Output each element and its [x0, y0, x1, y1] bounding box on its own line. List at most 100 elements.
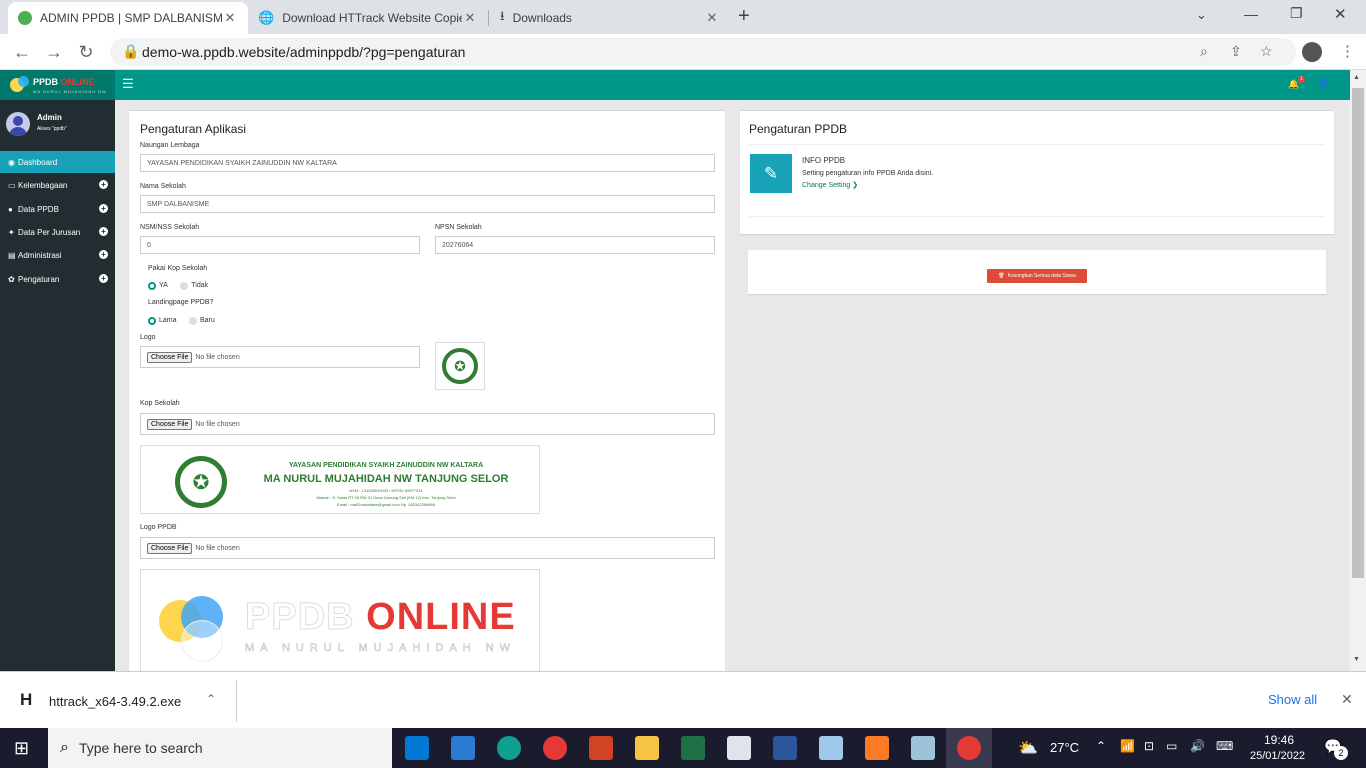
show-all-link[interactable]: Show all — [1268, 692, 1317, 707]
keyboard-icon[interactable]: ⌨ — [1216, 739, 1233, 753]
network-icon[interactable]: ⊡ — [1144, 739, 1154, 753]
sidebar-item-administrasi[interactable]: ▤ Administrasi + — [0, 244, 115, 266]
address-bar[interactable]: 🔒 demo-wa.ppdb.website/adminppdb/?pg=pen… — [110, 38, 1296, 66]
clock-time[interactable]: 19:46 — [1264, 733, 1294, 747]
virtualbox-app-icon[interactable] — [819, 736, 843, 760]
tab-downloads[interactable]: ⭳ Downloads ✕ — [490, 2, 730, 34]
kop-sekolah-label: Kop Sekolah — [140, 400, 180, 407]
nama-sekolah-input[interactable]: SMP DALBANISME — [140, 195, 715, 213]
nsm-input[interactable]: 0 — [140, 236, 420, 254]
sidebar-item-data-per-jurusan[interactable]: ✦ Data Per Jurusan + — [0, 221, 115, 243]
change-setting-link[interactable]: Change Setting ❯ — [802, 181, 858, 189]
zoom-icon[interactable]: ⌕ — [1200, 43, 1208, 60]
excel-app-icon[interactable] — [681, 736, 705, 760]
temperature[interactable]: 27°C — [1050, 740, 1079, 755]
tab-httrack[interactable]: 🌐 Download HTTrack Website Copier ✕ — [248, 2, 488, 34]
landing-old-radio[interactable] — [148, 316, 156, 325]
scroll-down-icon[interactable]: ▼ — [1353, 656, 1360, 663]
new-tab-button[interactable]: + — [738, 5, 750, 28]
expand-plus-icon[interactable]: + — [99, 274, 108, 283]
tab-admin-ppdb[interactable]: ADMIN PPDB | SMP DALBANISME ✕ — [8, 2, 248, 34]
chevron-up-icon[interactable]: ⌃ — [206, 692, 216, 706]
windows-start-icon[interactable]: ⊞ — [14, 738, 29, 759]
scroll-up-icon[interactable]: ▲ — [1353, 74, 1360, 81]
share-icon[interactable]: ⇪ — [1230, 43, 1242, 60]
sidebar-item-pengaturan[interactable]: ✿ Pengaturan + — [0, 268, 115, 290]
close-shelf-icon[interactable]: ✕ — [1341, 691, 1353, 708]
clock-date[interactable]: 25/01/2022 — [1250, 750, 1305, 762]
landing-old-label: Lama — [159, 317, 177, 325]
xampp-app-icon[interactable] — [865, 736, 889, 760]
brand-logo[interactable]: PPDB ONLINE MA NURUL MUJAHIDAH NW — [0, 70, 115, 100]
weather-icon[interactable]: ⛅ — [1018, 738, 1038, 758]
volume-icon[interactable]: 🔊 — [1190, 739, 1205, 753]
forward-icon[interactable]: → — [42, 40, 66, 64]
tab-search-icon[interactable]: ⌄ — [1196, 7, 1207, 23]
expand-plus-icon[interactable]: + — [99, 204, 108, 213]
trash-icon: 🗑 — [998, 273, 1005, 279]
word-app-icon[interactable] — [773, 736, 797, 760]
close-tab-icon[interactable]: ✕ — [704, 10, 720, 26]
sidebar-item-kelembagaan[interactable]: ▭ Kelembagaan + — [0, 174, 115, 196]
powerpoint-app-icon[interactable] — [589, 736, 613, 760]
minimize-icon[interactable]: — — [1244, 6, 1258, 22]
kop-yes-label: YA — [159, 282, 168, 290]
landing-new-radio[interactable] — [188, 316, 197, 325]
reload-icon[interactable]: ↻ — [74, 40, 98, 64]
app-topnav: PPDB ONLINE MA NURUL MUJAHIDAH NW ☰ 🔔 1 … — [0, 70, 1350, 100]
wifi-icon[interactable]: 📶 — [1120, 739, 1135, 753]
kop-no-radio[interactable] — [180, 281, 189, 290]
vscode-app-icon[interactable] — [451, 736, 475, 760]
user-icon[interactable]: 👤 — [1318, 78, 1329, 89]
logo-file-input[interactable]: Choose File No file chosen — [140, 346, 420, 368]
chrome-app-icon[interactable] — [543, 736, 567, 760]
bookmark-star-icon[interactable]: ☆ — [1260, 43, 1273, 60]
ppdb-settings-box: Pengaturan PPDB ✎ INFO PPDB Setting peng… — [740, 110, 1334, 234]
sidebar-item-label: Dashboard — [18, 157, 58, 167]
battery-icon[interactable]: ▭ — [1166, 739, 1177, 753]
close-window-icon[interactable]: ✕ — [1334, 5, 1347, 23]
edge-app-icon[interactable] — [497, 736, 521, 760]
expand-plus-icon[interactable]: + — [99, 250, 108, 259]
chrome-active-app[interactable] — [946, 728, 992, 768]
choose-file-button[interactable]: Choose File — [147, 351, 193, 363]
zoom-app-icon[interactable] — [727, 736, 751, 760]
notepad-app-icon[interactable] — [911, 736, 935, 760]
ppdb-settings-title: Pengaturan PPDB — [749, 122, 848, 136]
scroll-thumb[interactable] — [1352, 88, 1364, 578]
danger-box: 🗑 Kosongkan Semua data Siswa — [748, 250, 1326, 294]
close-tab-icon[interactable]: ✕ — [462, 10, 478, 26]
expand-plus-icon[interactable]: + — [99, 180, 108, 189]
dashboard-icon: ◉ — [8, 157, 15, 167]
restore-icon[interactable]: ❐ — [1290, 5, 1303, 22]
file-explorer-app-icon[interactable] — [635, 736, 659, 760]
download-icon: ⭳ — [500, 8, 505, 23]
mail-app-icon[interactable] — [405, 736, 429, 760]
close-tab-icon[interactable]: ✕ — [222, 10, 238, 26]
hamburger-menu-icon[interactable]: ☰ — [122, 76, 134, 92]
choose-file-button[interactable]: Choose File — [147, 542, 193, 554]
page-scrollbar[interactable]: ▲ ▼ — [1350, 70, 1366, 671]
download-filename[interactable]: httrack_x64-3.49.2.exe — [49, 694, 181, 709]
sidebar-item-dashboard[interactable]: ◉ Dashboard — [0, 151, 115, 173]
profile-avatar[interactable] — [1302, 42, 1322, 62]
empty-data-button[interactable]: 🗑 Kosongkan Semua data Siswa — [987, 269, 1087, 283]
back-icon[interactable]: ← — [10, 40, 34, 64]
kop-file-input[interactable]: Choose File No file chosen — [140, 413, 715, 435]
naungan-input[interactable]: YAYASAN PENDIDIKAN SYAIKH ZAINUDDIN NW K… — [140, 154, 715, 172]
kop-yes-radio[interactable] — [148, 281, 156, 290]
lock-icon[interactable]: 🔒 — [122, 43, 139, 60]
brand-main: PPDB — [33, 77, 59, 87]
taskbar-search-box[interactable]: ⌕ Type here to search — [48, 728, 392, 768]
choose-file-button[interactable]: Choose File — [147, 418, 193, 430]
ppdb-logo-preview: PPDB ONLINE MA NURUL MUJAHIDAH NW — [140, 569, 540, 671]
browser-toolbar: ← → ↻ 🔒 demo-wa.ppdb.website/adminppdb/?… — [0, 34, 1366, 70]
search-icon: ⌕ — [60, 739, 69, 756]
logo-ppdb-file-input[interactable]: Choose File No file chosen — [140, 537, 715, 559]
sidebar-item-data-ppdb[interactable]: ● Data PPDB + — [0, 198, 115, 220]
sidebar-item-label: Data PPDB — [18, 204, 59, 214]
expand-plus-icon[interactable]: + — [99, 227, 108, 236]
tray-chevron-icon[interactable]: ⌃ — [1096, 739, 1106, 753]
kebab-menu-icon[interactable]: ⋮ — [1340, 42, 1355, 60]
npsn-input[interactable]: 20276064 — [435, 236, 715, 254]
